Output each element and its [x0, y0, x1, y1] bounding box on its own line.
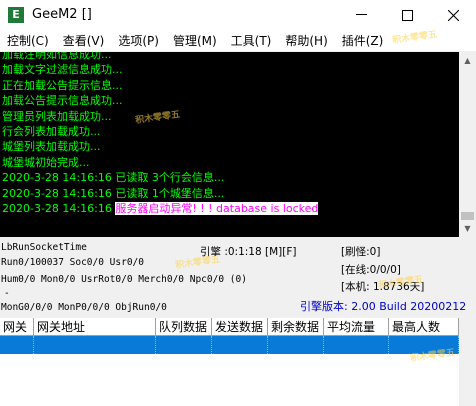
- log-line: 城堡城初始完成...: [2, 155, 90, 169]
- close-icon: [447, 9, 459, 21]
- menu-control[interactable]: 控制(C): [0, 32, 56, 49]
- column-header[interactable]: 最高人数: [389, 318, 459, 336]
- log-line-error: 2020-3-28 14:16:16 服务器启动异常! ! ! database…: [0, 201, 459, 216]
- status-dash: -: [4, 288, 10, 299]
- log-error-message: 服务器启动异常! ! ! database is locked: [115, 202, 319, 216]
- minimize-icon: [355, 14, 367, 15]
- log-line: 城堡列表加载成功...: [2, 140, 101, 154]
- menu-manage[interactable]: 管理(M): [166, 32, 224, 49]
- menu-help[interactable]: 帮助(H): [278, 32, 334, 49]
- window-title: GeeM2 []: [32, 7, 92, 22]
- gateway-table[interactable]: 网关 网关地址 队列数据 发送数据 剩余数据 平均流量 最高人数: [0, 318, 459, 406]
- maximize-button[interactable]: [384, 0, 430, 30]
- app-icon: E: [8, 7, 24, 23]
- column-header[interactable]: 网关地址: [34, 318, 156, 336]
- menu-tools[interactable]: 工具(T): [224, 32, 279, 49]
- online-count: [在线:0/0/0]: [341, 264, 401, 276]
- menu-options[interactable]: 选项(P): [111, 32, 166, 49]
- column-header[interactable]: 剩余数据: [268, 318, 324, 336]
- close-button[interactable]: [430, 0, 476, 30]
- scroll-down-icon[interactable]: ▼: [459, 220, 476, 237]
- title-bar: E GeeM2 []: [0, 0, 476, 30]
- log-line: 2020-3-28 14:16:16 已读取 1个城堡信息...: [2, 186, 225, 200]
- log-line: 管理员列表加载成功...: [2, 109, 112, 123]
- log-console[interactable]: 加载注明如信息成功... 加载文字过滤信息成功... 正在加载公告提示信息...…: [0, 52, 459, 237]
- log-line: 加载公告提示信息成功...: [2, 94, 123, 108]
- column-header[interactable]: 队列数据: [156, 318, 212, 336]
- menu-view[interactable]: 查看(V): [56, 32, 112, 49]
- log-line: 行会列表加载成功...: [2, 125, 101, 139]
- maximize-icon: [401, 9, 413, 21]
- log-line: 加载文字过滤信息成功...: [2, 63, 123, 77]
- run-stats: Run0/100037 Soc0/0 Usr0/0: [1, 257, 144, 268]
- log-timestamp: 2020-3-28 14:16:16: [2, 202, 116, 216]
- table-header: 网关 网关地址 队列数据 发送数据 剩余数据 平均流量 最高人数: [0, 318, 459, 336]
- table-row-selected[interactable]: [0, 336, 459, 354]
- socket-time: LbRunSocketTime: [1, 242, 87, 253]
- scroll-up-icon[interactable]: ▲: [459, 52, 476, 69]
- column-header[interactable]: 平均流量: [324, 318, 389, 336]
- column-header[interactable]: 发送数据: [212, 318, 268, 336]
- engine-version: 引擎版本: 2.00 Build 20200212: [300, 300, 467, 313]
- menu-plugins[interactable]: 插件(Z): [335, 32, 391, 49]
- scrollbar-thumb[interactable]: [461, 212, 474, 220]
- refresh-monsters: [刷怪:0]: [341, 246, 381, 258]
- hum-stats: Hum0/0 Mon0/0 UsrRot0/0 Merch0/0 Npc0/0 …: [1, 274, 247, 285]
- log-line: 2020-3-28 14:16:16 已读取 3个行会信息...: [2, 171, 225, 185]
- log-scrollbar[interactable]: ▲ ▼: [459, 52, 476, 237]
- log-line: 加载注明如信息成功...: [2, 52, 112, 61]
- column-header[interactable]: 网关: [0, 318, 34, 336]
- table-scrollbar[interactable]: [459, 318, 476, 406]
- mon-stats: MonG0/0/0 MonP0/0/0 ObjRun0/0: [1, 302, 167, 313]
- minimize-button[interactable]: [338, 0, 384, 30]
- log-line: 正在加载公告提示信息...: [2, 78, 123, 92]
